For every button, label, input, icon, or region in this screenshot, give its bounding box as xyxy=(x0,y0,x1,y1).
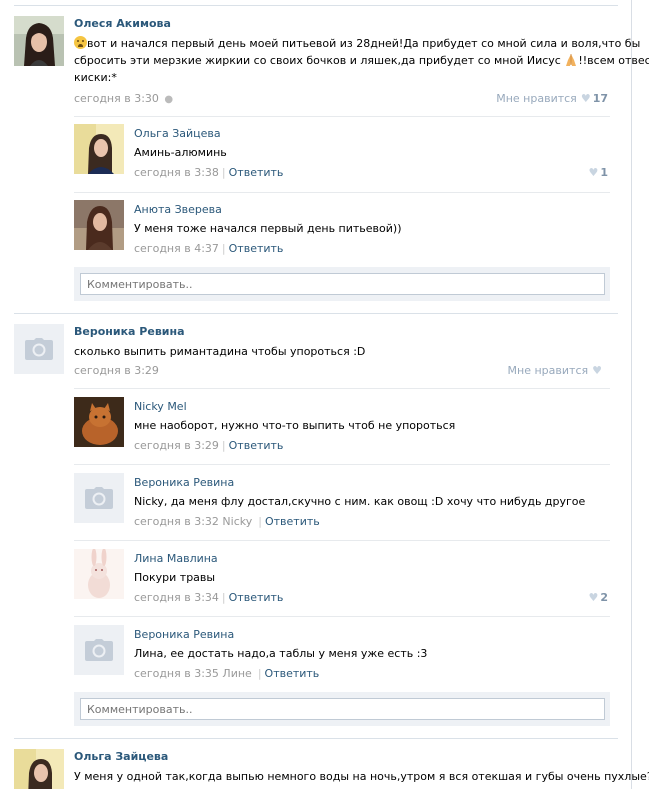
post-text: сколько выпить римантадина чтобы упороть… xyxy=(74,345,366,358)
like-count: 1 xyxy=(600,166,608,179)
reply-text: Лина, ее достать надо,а таблы у меня уже… xyxy=(134,647,428,660)
reply-time[interactable]: сегодня в 3:32 xyxy=(134,515,219,528)
wall-post: Ольга Зайцева У меня у одной так,когда в… xyxy=(14,749,649,789)
page-right-border xyxy=(631,0,632,789)
heart-icon: ♥ xyxy=(588,166,599,179)
reply-author[interactable]: Вероника Ревина xyxy=(134,628,234,641)
post-text-line: сбросить эти мерзкие жиркии со своих боч… xyxy=(74,54,561,67)
praying-hands-emoji-icon xyxy=(564,53,578,67)
post-divider xyxy=(14,313,618,314)
heart-icon: ♥ xyxy=(592,364,602,377)
post-time[interactable]: сегодня в 3:30 xyxy=(74,92,159,105)
reply-time[interactable]: сегодня в 3:29 xyxy=(134,439,219,452)
post-author[interactable]: Ольга Зайцева xyxy=(74,750,168,763)
reply-time[interactable]: сегодня в 3:38 xyxy=(134,166,219,179)
camera-icon xyxy=(85,487,113,509)
like-count: 2 xyxy=(600,591,608,604)
reply-meta: сегодня в 3:35 Лине | Ответить xyxy=(134,667,320,680)
like-button[interactable]: Мне нравится ♥ xyxy=(508,364,604,377)
like-count: 17 xyxy=(592,92,608,105)
comment-input[interactable] xyxy=(80,273,605,295)
avatar[interactable] xyxy=(74,549,124,599)
reply-divider xyxy=(74,616,610,617)
apple-icon: ● xyxy=(164,94,174,105)
post-text: У меня у одной так,когда выпью немного в… xyxy=(74,770,649,783)
reply-text: Nicky, да меня флу достал,скучно с ним. … xyxy=(134,495,586,508)
post-time[interactable]: сегодня в 3:29 xyxy=(74,364,159,377)
reply-time[interactable]: сегодня в 4:37 xyxy=(134,242,219,255)
reply-text: У меня тоже начался первый день питьевой… xyxy=(134,222,402,235)
reply-to-name[interactable]: Nicky xyxy=(222,515,252,528)
crying-emoji-icon xyxy=(74,36,87,49)
avatar[interactable] xyxy=(74,473,124,523)
reply-button[interactable]: Ответить xyxy=(265,667,320,680)
reply-divider xyxy=(74,192,610,193)
avatar[interactable] xyxy=(14,749,64,789)
camera-icon xyxy=(25,338,53,360)
reply-author[interactable]: Вероника Ревина xyxy=(134,476,234,489)
reply-time[interactable]: сегодня в 3:34 xyxy=(134,591,219,604)
post-meta: сегодня в 3:29 xyxy=(74,364,159,377)
reply-button[interactable]: Ответить xyxy=(229,591,284,604)
like-label: Мне нравится xyxy=(507,364,589,377)
post-text-line: вот и начался первый день моей питьевой … xyxy=(87,37,641,50)
reply-button[interactable]: Ответить xyxy=(229,166,284,179)
post-text-line: !!всем отвесов xyxy=(578,54,649,67)
like-button[interactable]: Мне нравится ♥ 17 xyxy=(496,92,608,105)
reply-meta: сегодня в 3:29 | Ответить xyxy=(134,439,284,452)
like-button[interactable]: ♥ 1 xyxy=(584,166,608,179)
avatar[interactable] xyxy=(74,200,124,250)
heart-icon: ♥ xyxy=(580,92,591,105)
reply-divider xyxy=(74,464,610,465)
camera-icon xyxy=(85,639,113,661)
like-label: Мне нравится xyxy=(496,92,577,105)
like-button[interactable]: ♥ 2 xyxy=(584,591,608,604)
wall-post: Олеся Акимова вот и начался первый день … xyxy=(14,16,649,316)
reply-divider xyxy=(74,388,610,389)
reply-author[interactable]: Лина Мавлина xyxy=(134,552,218,565)
reply-time[interactable]: сегодня в 3:35 xyxy=(134,667,219,680)
reply-author[interactable]: Ольга Зайцева xyxy=(134,127,221,140)
reply-button[interactable]: Ответить xyxy=(265,515,320,528)
avatar[interactable] xyxy=(74,397,124,447)
reply-button[interactable]: Ответить xyxy=(229,439,284,452)
avatar[interactable] xyxy=(74,124,124,174)
reply-divider xyxy=(74,540,610,541)
post-text: вот и начался первый день моей питьевой … xyxy=(74,35,649,86)
comment-box xyxy=(74,692,610,726)
reply-meta: сегодня в 3:32 Nicky | Ответить xyxy=(134,515,320,528)
reply-author[interactable]: Nicky Mel xyxy=(134,400,187,413)
reply-to-name[interactable]: Лине xyxy=(222,667,251,680)
post-divider xyxy=(14,738,618,739)
wall-post: Вероника Ревина сколько выпить римантади… xyxy=(14,324,618,734)
reply-meta: сегодня в 3:34 | Ответить xyxy=(134,591,284,604)
post-author[interactable]: Олеся Акимова xyxy=(74,17,171,30)
post-text-line: киски:* xyxy=(74,71,117,84)
comment-input[interactable] xyxy=(80,698,605,720)
comment-box xyxy=(74,267,610,301)
heart-icon: ♥ xyxy=(588,591,599,604)
reply-button[interactable]: Ответить xyxy=(229,242,284,255)
post-author[interactable]: Вероника Ревина xyxy=(74,325,185,338)
avatar[interactable] xyxy=(74,625,124,675)
reply-text: Аминь-алюминь xyxy=(134,146,227,159)
reply-text: Покури травы xyxy=(134,571,216,584)
reply-meta: сегодня в 4:37 | Ответить xyxy=(134,242,284,255)
avatar[interactable] xyxy=(14,324,64,374)
page-top-divider xyxy=(14,5,618,6)
reply-text: мне наоборот, нужно что-то выпить чтоб н… xyxy=(134,419,456,432)
reply-author[interactable]: Анюта Зверева xyxy=(134,203,222,216)
post-meta: сегодня в 3:30 ● xyxy=(74,92,173,105)
reply-meta: сегодня в 3:38 | Ответить xyxy=(134,166,284,179)
reply-divider xyxy=(74,116,610,117)
avatar[interactable] xyxy=(14,16,64,66)
